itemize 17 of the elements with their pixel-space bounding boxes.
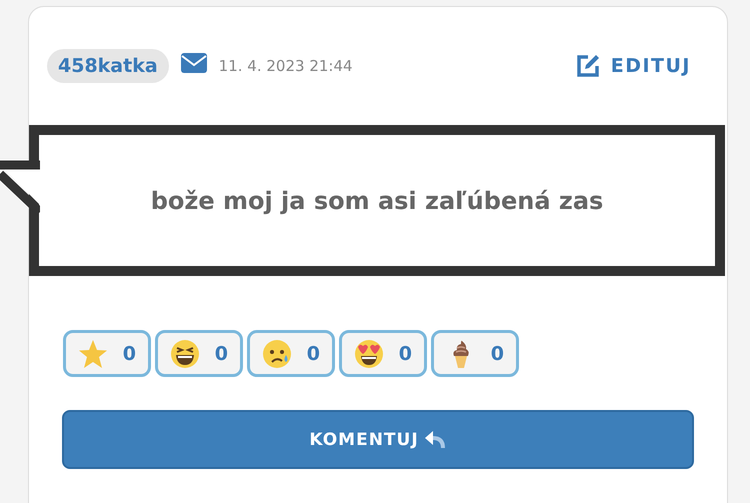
reaction-button[interactable]: 0 <box>63 330 151 377</box>
author-badge[interactable]: 458katka <box>47 49 169 83</box>
edit-link[interactable]: EDITUJ <box>574 53 691 79</box>
reply-icon <box>424 430 447 448</box>
reaction-button[interactable]: 0 <box>155 330 243 377</box>
worried-face-icon <box>262 338 292 368</box>
reaction-button[interactable]: 0 <box>339 330 427 377</box>
star-icon <box>78 338 108 368</box>
laughing-face-icon <box>170 338 200 368</box>
envelope-icon[interactable] <box>180 53 207 73</box>
reaction-button[interactable]: 0 <box>431 330 519 377</box>
timestamp: 11. 4. 2023 21:44 <box>218 57 353 75</box>
heart-eyes-face-icon <box>354 338 384 368</box>
message-text: bože moj ja som asi zaľúbená zas <box>150 186 604 214</box>
edit-icon <box>574 53 601 79</box>
reaction-button[interactable]: 0 <box>247 330 335 377</box>
comment-button[interactable]: KOMENTUJ <box>62 410 694 469</box>
